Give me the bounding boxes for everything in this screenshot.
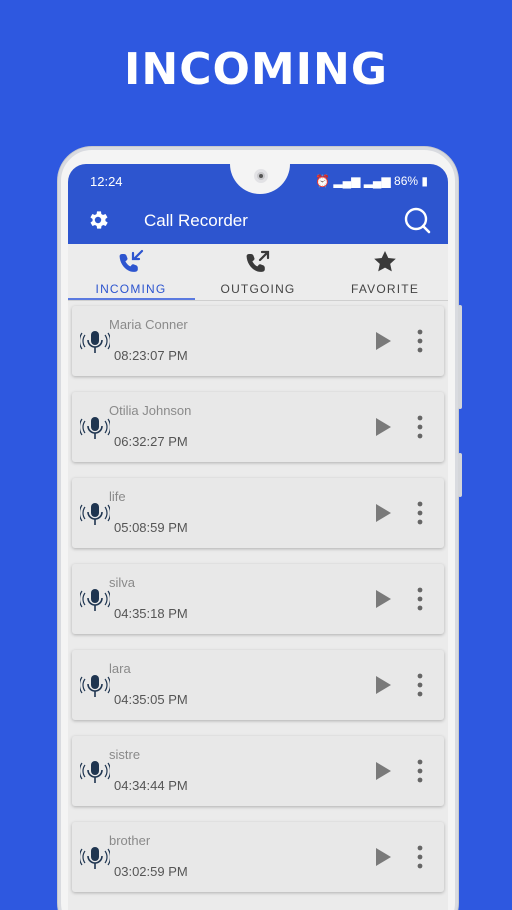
volume-button xyxy=(458,305,462,409)
caller-name: brother xyxy=(109,833,151,848)
promo-title: INCOMING xyxy=(124,44,388,95)
tab-label-incoming: INCOMING xyxy=(95,282,167,296)
caller-name: silva xyxy=(109,575,136,590)
star-icon xyxy=(374,251,396,272)
play-icon[interactable] xyxy=(372,846,394,868)
tab-label-outgoing: OUTGOING xyxy=(220,282,296,296)
caller-name: life xyxy=(109,489,126,504)
more-options-icon[interactable] xyxy=(412,844,428,870)
microphone-icon xyxy=(80,675,110,697)
call-time: 03:02:59 PM xyxy=(114,864,188,879)
outgoing-call-icon xyxy=(246,250,270,272)
recording-item[interactable]: Otilia Johnson 06:32:27 PM xyxy=(72,392,444,462)
recording-item[interactable]: Maria Conner 08:23:07 PM xyxy=(72,306,444,376)
status-time: 12:24 xyxy=(90,174,123,189)
play-icon[interactable] xyxy=(372,760,394,782)
alarm-icon: ⏰ xyxy=(315,174,331,188)
incoming-call-icon xyxy=(119,249,144,272)
tab-incoming[interactable]: INCOMING xyxy=(68,244,194,300)
tab-outgoing[interactable]: OUTGOING xyxy=(195,244,321,300)
call-time: 04:35:18 PM xyxy=(114,606,188,621)
microphone-icon xyxy=(80,417,110,439)
recording-item[interactable]: life 05:08:59 PM xyxy=(72,478,444,548)
more-options-icon[interactable] xyxy=(412,328,428,354)
more-options-icon[interactable] xyxy=(412,758,428,784)
app-screen: 12:24 ⏰ ▂▄▆ ▂▄▆ 86% ▮ Call Recorder INCO… xyxy=(68,164,448,910)
more-options-icon[interactable] xyxy=(412,414,428,440)
recording-item[interactable]: silva 04:35:18 PM xyxy=(72,564,444,634)
tabs-divider xyxy=(68,300,448,301)
recording-item[interactable]: sistre 04:34:44 PM xyxy=(72,736,444,806)
caller-name: Maria Conner xyxy=(109,317,188,332)
search-icon[interactable] xyxy=(402,205,432,235)
signal-icon: ▂▄▆ xyxy=(333,174,361,188)
microphone-icon xyxy=(80,589,110,611)
call-time: 06:32:27 PM xyxy=(114,434,188,449)
app-title: Call Recorder xyxy=(144,211,248,230)
tab-label-favorite: FAVORITE xyxy=(350,282,420,296)
microphone-icon xyxy=(80,761,110,783)
caller-name: sistre xyxy=(109,747,141,762)
status-icons: ⏰ ▂▄▆ ▂▄▆ 86% ▮ xyxy=(315,174,428,188)
app-bar: Call Recorder xyxy=(68,198,448,244)
call-time: 08:23:07 PM xyxy=(114,348,188,363)
battery-level: 86% xyxy=(394,174,419,188)
microphone-icon xyxy=(80,331,110,353)
microphone-icon xyxy=(80,847,110,869)
play-icon[interactable] xyxy=(372,502,394,524)
phone-frame: 12:24 ⏰ ▂▄▆ ▂▄▆ 86% ▮ Call Recorder INCO… xyxy=(58,147,462,910)
play-icon[interactable] xyxy=(372,588,394,610)
tab-bar: INCOMING OUTGOING FAVORITE xyxy=(68,244,448,301)
play-icon[interactable] xyxy=(372,674,394,696)
signal-icon-2: ▂▄▆ xyxy=(363,174,391,188)
camera-icon xyxy=(254,169,268,183)
microphone-icon xyxy=(80,503,110,525)
more-options-icon[interactable] xyxy=(412,500,428,526)
call-time: 04:35:05 PM xyxy=(114,692,188,707)
recording-item[interactable]: lara 04:35:05 PM xyxy=(72,650,444,720)
gear-icon[interactable] xyxy=(86,208,110,232)
play-icon[interactable] xyxy=(372,416,394,438)
call-time: 04:34:44 PM xyxy=(114,778,188,793)
caller-name: Otilia Johnson xyxy=(109,403,192,418)
recording-item[interactable]: brother 03:02:59 PM xyxy=(72,822,444,892)
more-options-icon[interactable] xyxy=(412,672,428,698)
more-options-icon[interactable] xyxy=(412,586,428,612)
battery-icon: ▮ xyxy=(421,174,428,188)
play-icon[interactable] xyxy=(372,330,394,352)
tab-favorite[interactable]: FAVORITE xyxy=(322,244,448,300)
caller-name: lara xyxy=(109,661,131,676)
power-button xyxy=(458,453,462,497)
call-time: 05:08:59 PM xyxy=(114,520,188,535)
